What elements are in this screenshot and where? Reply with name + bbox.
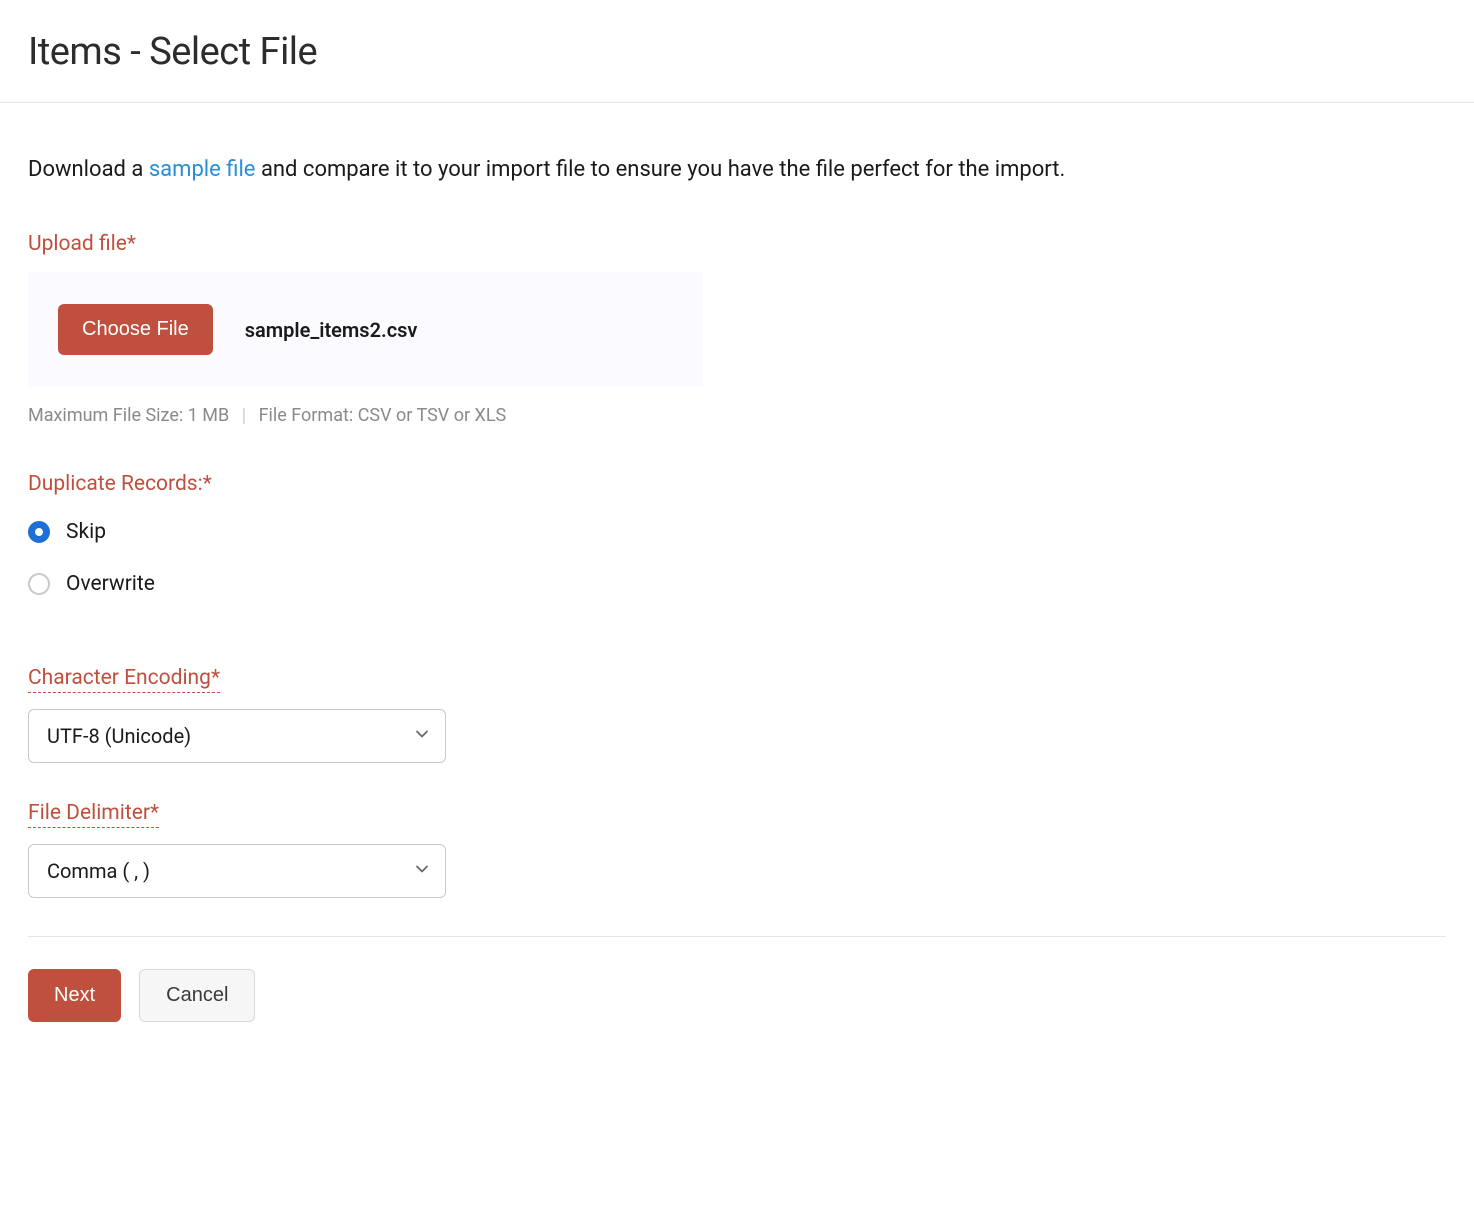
- content: Download a sample file and compare it to…: [0, 103, 1474, 1062]
- footer-actions: Next Cancel: [28, 936, 1446, 1062]
- radio-label: Skip: [66, 520, 106, 544]
- hint-file-format: File Format: CSV or TSV or XLS: [259, 405, 507, 426]
- next-button[interactable]: Next: [28, 969, 121, 1022]
- hint-separator: |: [242, 405, 246, 426]
- duplicate-records-group: Skip Overwrite: [28, 520, 1446, 596]
- page-header: Items - Select File: [0, 0, 1474, 103]
- radio-icon: [28, 521, 50, 543]
- page-title: Items - Select File: [28, 30, 1446, 74]
- file-delimiter-label: File Delimiter*: [28, 801, 1446, 828]
- file-delimiter-select[interactable]: Comma ( , ): [28, 844, 446, 898]
- upload-file-label: Upload file*: [28, 232, 1446, 256]
- character-encoding-select-wrap: UTF-8 (Unicode): [28, 709, 446, 763]
- selected-filename: sample_items2.csv: [245, 318, 418, 342]
- sample-file-link[interactable]: sample file: [149, 157, 256, 182]
- intro-text: Download a sample file and compare it to…: [28, 153, 1446, 186]
- cancel-button[interactable]: Cancel: [139, 969, 255, 1022]
- upload-hint: Maximum File Size: 1 MB | File Format: C…: [28, 405, 1446, 426]
- hint-max-size: Maximum File Size: 1 MB: [28, 405, 229, 426]
- choose-file-button[interactable]: Choose File: [58, 304, 213, 355]
- select-value: UTF-8 (Unicode): [47, 724, 191, 748]
- radio-label: Overwrite: [66, 572, 155, 596]
- radio-icon: [28, 573, 50, 595]
- radio-overwrite[interactable]: Overwrite: [28, 572, 1446, 596]
- character-encoding-label: Character Encoding*: [28, 666, 1446, 693]
- intro-suffix: and compare it to your import file to en…: [255, 157, 1065, 182]
- select-value: Comma ( , ): [47, 859, 150, 883]
- upload-box: Choose File sample_items2.csv: [28, 272, 703, 387]
- duplicate-records-label: Duplicate Records:*: [28, 472, 1446, 496]
- radio-skip[interactable]: Skip: [28, 520, 1446, 544]
- file-delimiter-select-wrap: Comma ( , ): [28, 844, 446, 898]
- character-encoding-select[interactable]: UTF-8 (Unicode): [28, 709, 446, 763]
- intro-prefix: Download a: [28, 157, 149, 182]
